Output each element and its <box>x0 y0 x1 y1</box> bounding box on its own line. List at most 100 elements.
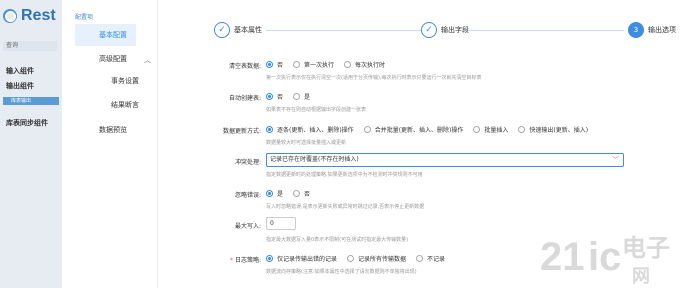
radio-icon <box>344 60 352 68</box>
log-hint: 数据流向存策略(注意:如果本属性中选择了请勿数据则不单独将出现) <box>266 269 417 275</box>
auto-create-option-no[interactable]: 否 <box>266 92 283 101</box>
ignore-error-radio-group: 是 否 <box>266 188 320 198</box>
step-connector <box>266 30 434 31</box>
clear-table-radio-group: 否 第一次执行 每次执行时 <box>266 59 395 69</box>
log-option-none[interactable]: 不记录 <box>416 254 445 263</box>
log-label: * 日志策略: <box>171 255 261 264</box>
required-marker: * <box>230 257 234 264</box>
radio-checked-icon <box>266 254 273 262</box>
radio-checked-icon <box>266 125 273 133</box>
radio-icon <box>293 189 301 197</box>
log-radio-group: 仅记录传输出错的记录 记录所有传输数据 不记录 <box>266 253 455 263</box>
auto-create-radio-group: 否 是 <box>266 91 320 101</box>
radio-icon <box>293 92 301 100</box>
update-mode-option-row-by-row[interactable]: 逐条(更新、插入、删除)操作 <box>266 125 354 134</box>
radio-checked-icon <box>266 92 273 100</box>
watermark-logo: 21 ic 电子 网 <box>540 234 670 287</box>
radio-icon <box>416 254 424 262</box>
sidebar-item-transaction[interactable]: 事务设置 <box>111 76 139 86</box>
conflict-label: 冲突处理: <box>234 159 261 166</box>
sidebar-item-assertion[interactable]: 结果断言 <box>111 100 139 110</box>
background-selected-item[interactable]: 库表输出 <box>3 97 59 105</box>
radio-icon <box>518 125 526 133</box>
conflict-select[interactable]: 记录已存在时覆盖(不存在时插入) ﹀ <box>266 153 624 167</box>
svg-text:21: 21 <box>540 235 585 279</box>
svg-text:电子: 电子 <box>622 234 670 262</box>
conflict-hint: 指定数据更新时的处理策略,如果更新选项中为不检测时冲突规则不可用 <box>266 172 423 178</box>
conflict-select-value: 记录已存在时覆盖(不存在时插入) <box>270 156 359 163</box>
update-mode-hint: 数据量较大时可选择批量插入或更新 <box>266 140 347 146</box>
option-label: 是 <box>304 93 311 101</box>
ignore-error-hint: 写入时忽略错误,是表示更新失败或异常时跳过记录,否表示停止更新数据 <box>266 204 425 210</box>
config-section-title: 配置项 <box>75 14 94 21</box>
svg-text:网: 网 <box>632 266 650 287</box>
app-logo: Rest <box>3 7 56 25</box>
max-write-input[interactable]: 0 <box>266 217 296 230</box>
option-label: 不记录 <box>427 255 446 263</box>
clear-table-hint: 第一次执行表示仅在执行清空一次(适用于分页传输),每次执行时表示只要运行一次就先… <box>266 75 482 81</box>
ignore-error-option-no[interactable]: 否 <box>293 189 310 198</box>
radio-icon <box>363 125 371 133</box>
check-icon: ✓ <box>421 22 437 38</box>
ignore-error-option-yes[interactable]: 是 <box>266 189 283 198</box>
option-label: 记录所有传输数据 <box>358 255 407 263</box>
clear-table-option-first-run[interactable]: 第一次执行 <box>293 60 334 69</box>
option-label: 第一次执行 <box>304 61 335 69</box>
step-number: 3 <box>628 22 644 38</box>
option-label: 快速输出(更新、插入) <box>529 126 589 134</box>
config-sidebar: 配置项 基本配置 高级配置 ︿ 事务设置 结果断言 数据预览 <box>62 0 158 288</box>
clear-table-option-every-run[interactable]: 每次执行时 <box>344 60 385 69</box>
update-mode-option-merge-batch[interactable]: 合并批量(更新、插入、删除)操作 <box>363 125 464 134</box>
step-output-options[interactable]: 3 输出选项 <box>628 22 676 38</box>
update-mode-label: 数据更新方式: <box>222 128 261 135</box>
log-label-text: 日志策略: <box>234 257 261 264</box>
option-label: 仅记录传输出错的记录 <box>277 255 338 263</box>
background-search-input[interactable]: 查询 <box>3 41 57 51</box>
sidebar-item-advanced-config[interactable]: 高级配置 <box>99 54 127 64</box>
check-icon: ✓ <box>214 22 230 38</box>
logo-text: Rest <box>21 7 56 24</box>
radio-checked-icon <box>266 60 273 68</box>
max-write-hint: 指定最大数据写入量0表示不限制(可在测试时指定最大传输数量) <box>266 237 409 243</box>
radio-icon <box>473 125 481 133</box>
option-label: 是 <box>277 190 284 198</box>
option-label: 合并批量(更新、插入、删除)操作 <box>374 126 464 134</box>
radio-icon <box>293 60 301 68</box>
max-write-label: 最大写入: <box>234 223 261 230</box>
step-basic-properties[interactable]: ✓ 基本属性 <box>214 22 262 38</box>
option-label: 每次执行时 <box>355 61 386 69</box>
svg-text:ic: ic <box>588 235 621 279</box>
auto-create-hint: 如果表不存在则自动根据输出字段创建一张表 <box>266 107 367 113</box>
option-label: 否 <box>277 93 284 101</box>
option-label: 否 <box>277 61 284 69</box>
auto-create-option-yes[interactable]: 是 <box>293 92 310 101</box>
background-app-panel: Rest 查询 输入组件 输出组件 库表输出 库表同步组件 <box>0 0 62 288</box>
clear-table-option-no[interactable]: 否 <box>266 60 283 69</box>
background-item-input-components[interactable]: 输入组件 <box>6 66 34 76</box>
chevron-down-icon: ﹀ <box>612 156 619 164</box>
step-connector <box>464 30 624 31</box>
step-label: 输出字段 <box>441 26 469 34</box>
sidebar-item-data-preview[interactable]: 数据预览 <box>99 125 127 135</box>
radio-icon <box>347 254 355 262</box>
background-item-table-sync[interactable]: 库表同步组件 <box>6 118 48 128</box>
clear-table-label: 清空表数据: <box>228 63 261 70</box>
update-mode-option-batch-insert[interactable]: 批量插入 <box>473 125 508 134</box>
option-label: 批量插入 <box>484 126 509 134</box>
update-mode-radio-group: 逐条(更新、插入、删除)操作 合并批量(更新、插入、删除)操作 批量插入 快速输… <box>266 124 598 134</box>
step-output-fields[interactable]: ✓ 输出字段 <box>421 22 469 38</box>
update-mode-option-fast-output[interactable]: 快速输出(更新、插入) <box>518 125 588 134</box>
step-label: 输出选项 <box>648 26 676 34</box>
ignore-error-label: 忽略错误: <box>234 192 261 199</box>
background-item-output-components[interactable]: 输出组件 <box>6 81 34 91</box>
log-option-errors-only[interactable]: 仅记录传输出错的记录 <box>266 254 337 263</box>
sidebar-item-basic-config[interactable]: 基本配置 <box>75 24 136 46</box>
radio-checked-icon <box>266 189 273 197</box>
logo-icon <box>3 9 17 23</box>
step-label: 基本属性 <box>234 26 262 34</box>
log-option-all[interactable]: 记录所有传输数据 <box>347 254 406 263</box>
option-label: 逐条(更新、插入、删除)操作 <box>277 126 354 134</box>
chevron-up-icon[interactable]: ︿ <box>144 55 151 65</box>
auto-create-label: 自动创建表: <box>228 95 261 102</box>
option-label: 否 <box>304 190 311 198</box>
